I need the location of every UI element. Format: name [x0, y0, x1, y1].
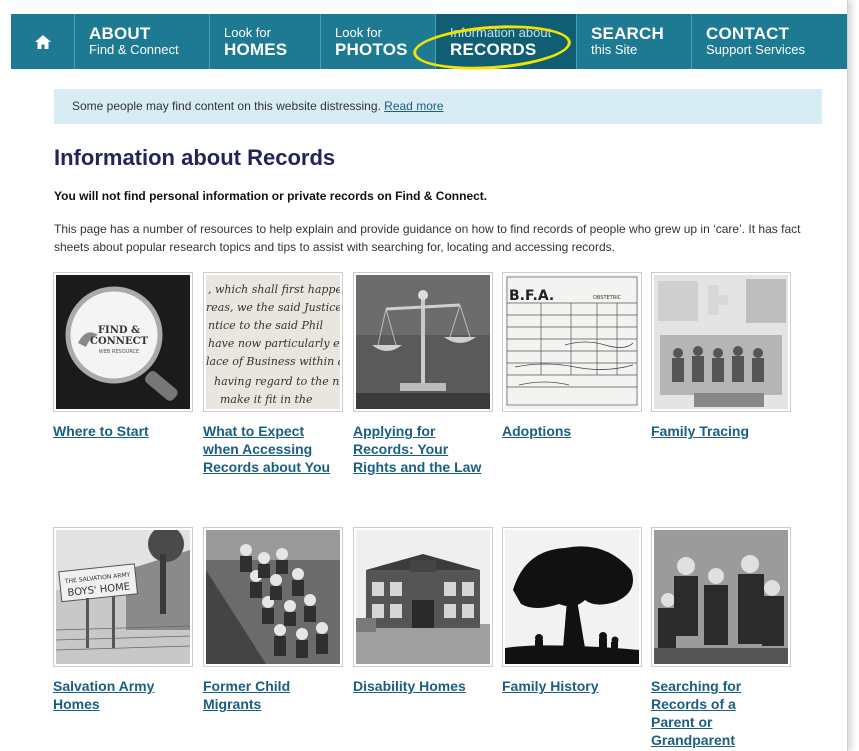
tile-disability-homes: Disability Homes: [353, 527, 493, 695]
thumb-disability-homes[interactable]: [353, 527, 493, 667]
tile-adoptions: B.F.A. OBSTETRIC Adoptions: [502, 272, 642, 440]
tree-silhouette-image: [505, 530, 639, 664]
thumb-salvation-army-homes[interactable]: THE SALVATION ARMY BOYS' HOME: [53, 527, 193, 667]
thumb-what-to-expect[interactable]: , which shall first happen reas, we the …: [203, 272, 343, 412]
link-family-history[interactable]: Family History: [502, 677, 632, 695]
nav-about[interactable]: ABOUT Find & Connect: [75, 14, 210, 69]
family-collage-image: [654, 275, 788, 409]
link-what-to-expect[interactable]: What to Expect when Accessing Records ab…: [203, 422, 333, 476]
vintage-family-portrait-image: [654, 530, 788, 664]
nav-search[interactable]: SEARCH this Site: [577, 14, 692, 69]
tile-former-child-migrants: Former Child Migrants: [203, 527, 343, 713]
script-line-7: make it fit in the: [220, 393, 313, 406]
scales-of-justice-image: [356, 275, 490, 409]
main-navigation: ABOUT Find & Connect Look for HOMES Look…: [11, 14, 847, 69]
link-adoptions[interactable]: Adoptions: [502, 422, 632, 440]
link-applying-for-records[interactable]: Applying for Records: Your Rights and th…: [353, 422, 483, 476]
nav-photos-subtitle: Look for: [335, 25, 382, 40]
script-line-3: ntice to the said Phil: [208, 319, 324, 332]
content-warning-notice: Some people may find content on this web…: [54, 89, 822, 124]
script-line-5: lace of Business within a: [206, 355, 340, 368]
nav-homes[interactable]: Look for HOMES: [210, 14, 321, 69]
nav-about-subtitle: Find & Connect: [89, 42, 179, 57]
form-heading: OBSTETRIC: [593, 295, 622, 301]
thumb-searching-parent-grandparent[interactable]: [651, 527, 791, 667]
magnifier-logo-image: FIND & CONNECT WEB RESOURCE: [56, 275, 190, 409]
page-intro: This page has a number of resources to h…: [54, 222, 801, 254]
read-more-link[interactable]: Read more: [384, 99, 443, 113]
link-disability-homes[interactable]: Disability Homes: [353, 677, 483, 695]
link-former-child-migrants[interactable]: Former Child Migrants: [203, 677, 333, 713]
nav-search-title: SEARCH: [591, 24, 664, 43]
logo-line-1: FIND &: [98, 325, 140, 336]
page-title: Information about Records: [54, 145, 336, 170]
tile-applying-for-records: Applying for Records: Your Rights and th…: [353, 272, 493, 476]
nav-homes-title: HOMES: [224, 40, 288, 59]
handwritten-document-image: , which shall first happen reas, we the …: [206, 275, 340, 409]
tile-what-to-expect: , which shall first happen reas, we the …: [203, 272, 343, 476]
link-salvation-army-homes[interactable]: Salvation Army Homes: [53, 677, 183, 713]
nav-contact-subtitle: Support Services: [706, 42, 805, 57]
children-on-stairs-image: [206, 530, 340, 664]
tile-family-tracing: Family Tracing: [651, 272, 791, 440]
script-line-6: having regard to the n: [214, 375, 339, 388]
nav-about-title: ABOUT: [89, 24, 151, 43]
institution-building-image: [356, 530, 490, 664]
script-line-4: have now particularly en: [208, 337, 340, 350]
script-line-1: , which shall first happen: [208, 283, 340, 296]
notice-text: Some people may find content on this web…: [72, 99, 385, 113]
nav-homes-subtitle: Look for: [224, 25, 271, 40]
thumb-adoptions[interactable]: B.F.A. OBSTETRIC: [502, 272, 642, 412]
nav-search-subtitle: this Site: [591, 42, 638, 57]
tile-family-history: Family History: [502, 527, 642, 695]
home-button[interactable]: [11, 14, 75, 69]
form-stamp: B.F.A.: [509, 288, 554, 304]
nav-records[interactable]: Information about RECORDS: [436, 14, 577, 69]
logo-line-3: WEB RESOURCE: [99, 349, 139, 355]
thumb-family-tracing[interactable]: [651, 272, 791, 412]
thumb-family-history[interactable]: [502, 527, 642, 667]
tile-salvation-army-homes: THE SALVATION ARMY BOYS' HOME Salvation …: [53, 527, 193, 713]
script-line-2: reas, we the said Justices: [206, 301, 340, 314]
thumb-applying-for-records[interactable]: [353, 272, 493, 412]
thumb-former-child-migrants[interactable]: [203, 527, 343, 667]
nav-photos-title: PHOTOS: [335, 40, 408, 59]
nav-records-subtitle: Information about: [450, 25, 552, 40]
home-icon: [34, 34, 51, 49]
nav-photos[interactable]: Look for PHOTOS: [321, 14, 436, 69]
tile-searching-parent-grandparent: Searching for Records of a Parent or Gra…: [651, 527, 791, 749]
record-form-image: B.F.A. OBSTETRIC: [505, 275, 639, 409]
nav-contact-title: CONTACT: [706, 24, 790, 43]
link-family-tracing[interactable]: Family Tracing: [651, 422, 781, 440]
boys-home-sign-image: THE SALVATION ARMY BOYS' HOME: [56, 530, 190, 664]
link-searching-parent-grandparent[interactable]: Searching for Records of a Parent or Gra…: [651, 677, 781, 749]
link-where-to-start[interactable]: Where to Start: [53, 422, 183, 440]
thumb-where-to-start[interactable]: FIND & CONNECT WEB RESOURCE: [53, 272, 193, 412]
tile-where-to-start: FIND & CONNECT WEB RESOURCE Where to Sta…: [53, 272, 193, 440]
page-lead: You will not find personal information o…: [54, 189, 488, 203]
nav-contact[interactable]: CONTACT Support Services: [692, 14, 847, 69]
logo-line-2: CONNECT: [90, 336, 149, 347]
nav-records-title: RECORDS: [450, 40, 537, 59]
